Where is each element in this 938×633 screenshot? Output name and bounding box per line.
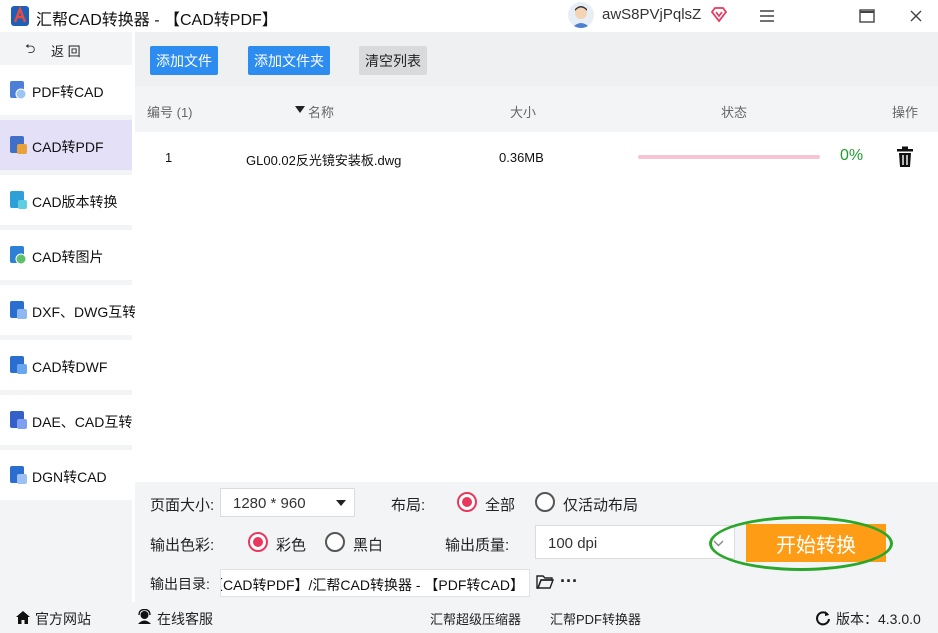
sidebar-item-cad-version[interactable]: CAD版本转换 xyxy=(0,175,132,225)
back-arrow-icon: ⮌ xyxy=(25,41,36,56)
column-size[interactable]: 大小 xyxy=(510,102,536,121)
back-label: 返 回 xyxy=(51,44,81,59)
avatar[interactable] xyxy=(568,2,594,28)
table-row[interactable]: 1 GL00.02反光镜安装板.dwg 0.36MB 0% xyxy=(135,132,938,182)
quality-value: 100 dpi xyxy=(548,535,598,552)
sidebar-item-label: CAD转DWF xyxy=(32,359,108,375)
clear-list-button[interactable]: 清空列表 xyxy=(359,46,427,75)
dae-cad-icon xyxy=(10,411,27,429)
cad-version-icon xyxy=(10,191,27,209)
sidebar-item-cad-to-image[interactable]: CAD转图片 xyxy=(0,230,132,280)
column-status: 状态 xyxy=(721,105,748,120)
title-bar: 汇帮CAD转换器 - 【CAD转PDF】 awS8PVjPqlsZ xyxy=(0,0,938,32)
add-file-button[interactable]: 添加文件 xyxy=(150,46,218,75)
username[interactable]: awS8PVjPqlsZ xyxy=(602,6,701,23)
sidebar-item-label: CAD版本转换 xyxy=(32,194,118,210)
version-label: 版本：4.3.0.0 xyxy=(836,611,921,627)
output-dir-field[interactable]: 【CAD转PDF】/汇帮CAD转换器 - 【PDF转CAD】 xyxy=(220,569,530,597)
sidebar-item-label: DXF、DWG互转 xyxy=(32,304,137,320)
layout-all-radio[interactable] xyxy=(457,492,477,512)
cad-to-dwf-icon xyxy=(10,356,27,374)
page-size-value: 1280 * 960 xyxy=(233,495,306,512)
page-size-select[interactable]: 1280 * 960 xyxy=(220,488,355,517)
sidebar-item-cad-to-dwf[interactable]: CAD转DWF xyxy=(0,340,132,390)
home-icon xyxy=(16,611,30,624)
start-conversion-button[interactable]: 开始转换 xyxy=(746,524,886,562)
layout-active-radio[interactable] xyxy=(535,492,555,512)
status-bar: 官方网站 在线客服 汇帮超级压缩器 汇帮PDF转换器 版本：4.3.0.0 xyxy=(0,602,938,633)
toolbar: 添加文件 添加文件夹 清空列表 xyxy=(135,32,938,86)
column-index[interactable]: 编号 (1) xyxy=(147,102,193,121)
cad-to-pdf-icon xyxy=(10,136,27,154)
add-folder-button[interactable]: 添加文件夹 xyxy=(248,46,330,75)
file-table-header: 编号 (1) 名称 大小 状态 操作 xyxy=(135,86,938,132)
dgn-to-cad-icon xyxy=(10,466,27,484)
app-logo-icon xyxy=(11,5,29,26)
back-button[interactable]: ⮌ 返 回 xyxy=(0,32,132,65)
sort-desc-icon[interactable] xyxy=(295,102,305,117)
sidebar-item-dxf-dwg[interactable]: DXF、DWG互转 xyxy=(0,285,136,335)
close-icon[interactable] xyxy=(906,6,926,26)
sidebar-item-dgn-to-cad[interactable]: DGN转CAD xyxy=(0,450,132,500)
compressor-link[interactable]: 汇帮超级压缩器 xyxy=(430,609,521,628)
window-title: 汇帮CAD转换器 - 【CAD转PDF】 xyxy=(36,12,278,29)
customer-service-icon xyxy=(138,609,151,624)
sidebar: ⮌ 返 回 PDF转CAD CAD转PDF CAD版本转换 CAD转图片 DXF… xyxy=(0,32,136,602)
layout-active-label[interactable]: 仅活动布局 xyxy=(563,494,638,515)
more-options-icon[interactable]: ··· xyxy=(560,571,578,592)
sidebar-item-label: PDF转CAD xyxy=(32,84,104,100)
quality-label: 输出质量: xyxy=(445,537,510,554)
layout-all-label[interactable]: 全部 xyxy=(485,494,515,515)
progress-bar xyxy=(638,155,820,159)
bw-radio[interactable] xyxy=(325,532,345,552)
pdf-to-cad-icon xyxy=(10,81,27,100)
row-file-name: GL00.02反光镜安装板.dwg xyxy=(246,153,402,168)
progress-percent: 0% xyxy=(840,147,864,164)
folder-open-icon[interactable] xyxy=(536,574,554,589)
row-file-size: 0.36MB xyxy=(499,150,544,165)
online-support-link[interactable]: 在线客服 xyxy=(157,609,213,629)
column-action: 操作 xyxy=(892,105,919,120)
chevron-down-icon xyxy=(713,540,724,547)
output-dir-label: 输出目录: xyxy=(150,576,210,592)
quality-select[interactable]: 100 dpi xyxy=(535,525,735,559)
sidebar-item-label: DGN转CAD xyxy=(32,469,107,485)
page-size-label: 页面大小: xyxy=(150,497,215,514)
sidebar-item-label: CAD转图片 xyxy=(32,249,104,265)
user-avatar-icon xyxy=(572,6,590,28)
row-index: 1 xyxy=(165,150,173,165)
column-name[interactable]: 名称 xyxy=(308,102,334,121)
color-label: 输出色彩: xyxy=(150,537,215,554)
sidebar-item-dae-cad[interactable]: DAE、CAD互转 xyxy=(0,395,132,445)
official-website-link[interactable]: 官方网站 xyxy=(35,609,91,629)
cad-to-image-icon xyxy=(10,246,27,265)
output-dir-value: 【CAD转PDF】/汇帮CAD转换器 - 【PDF转CAD】 xyxy=(220,577,524,593)
layout-label: 布局: xyxy=(391,497,426,514)
sidebar-item-label: CAD转PDF xyxy=(32,139,104,155)
refresh-icon[interactable] xyxy=(815,610,831,626)
color-color-label[interactable]: 彩色 xyxy=(276,534,306,555)
menu-icon[interactable] xyxy=(757,6,777,26)
color-bw-label[interactable]: 黑白 xyxy=(353,534,383,555)
maximize-icon[interactable] xyxy=(857,6,877,26)
caret-down-icon xyxy=(336,500,346,506)
conversion-options: 页面大小: 1280 * 960 布局: 全部 仅活动布局 输出色彩: 彩色 黑… xyxy=(135,482,938,602)
sidebar-item-label: DAE、CAD互转 xyxy=(32,414,133,430)
sidebar-item-cad-to-pdf[interactable]: CAD转PDF xyxy=(0,120,132,170)
trash-icon[interactable] xyxy=(895,146,915,168)
dxf-dwg-icon xyxy=(10,301,27,319)
color-radio[interactable] xyxy=(248,532,268,552)
sidebar-item-pdf-to-cad[interactable]: PDF转CAD xyxy=(0,65,132,115)
file-table: 1 GL00.02反光镜安装板.dwg 0.36MB 0% xyxy=(135,132,938,482)
pdf-converter-link[interactable]: 汇帮PDF转换器 xyxy=(550,609,641,628)
vip-diamond-icon[interactable] xyxy=(710,5,728,23)
